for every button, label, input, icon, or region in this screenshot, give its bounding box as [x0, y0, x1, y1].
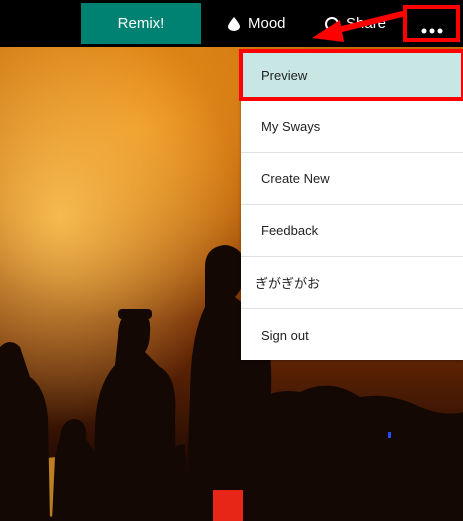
- menu-item-label: Feedback: [261, 223, 319, 238]
- share-icon: [324, 16, 340, 32]
- menu-item-label: My Sways: [261, 119, 321, 134]
- remix-button[interactable]: Remix!: [81, 3, 201, 44]
- menu-item-user-account[interactable]: ぎがぎがお: [241, 257, 463, 309]
- menu-item-label: Create New: [261, 171, 330, 186]
- ellipsis-icon: [421, 21, 443, 33]
- share-label: Share: [346, 15, 387, 32]
- menu-item-preview[interactable]: Preview: [239, 49, 463, 101]
- more-options-menu: Preview My Sways Create New Feedback ぎがぎ…: [239, 49, 463, 361]
- menu-item-label: Sign out: [261, 327, 309, 343]
- menu-item-label: Preview: [261, 67, 308, 83]
- mood-button[interactable]: Mood: [228, 3, 286, 44]
- mood-label: Mood: [248, 15, 286, 32]
- more-options-button[interactable]: [403, 5, 460, 42]
- menu-item-label: ぎがぎがお: [255, 276, 321, 291]
- share-button[interactable]: Share: [324, 3, 386, 44]
- menu-item-sign-out[interactable]: Sign out: [241, 309, 463, 361]
- top-toolbar: Remix! Mood Share: [0, 0, 463, 47]
- menu-item-feedback[interactable]: Feedback: [241, 205, 463, 257]
- menu-item-my-sways[interactable]: My Sways: [241, 101, 463, 153]
- menu-item-create-new[interactable]: Create New: [241, 153, 463, 205]
- drop-icon: [228, 16, 240, 31]
